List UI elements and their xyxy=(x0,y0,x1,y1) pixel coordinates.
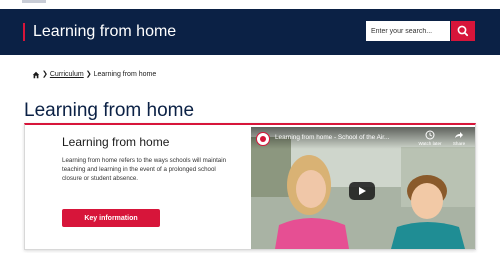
video-player[interactable]: Learning from home - School of the Air..… xyxy=(251,127,475,249)
card-content: Learning from home Learning from home re… xyxy=(25,125,249,250)
page-title: Learning from home xyxy=(24,100,195,121)
play-icon xyxy=(359,187,366,195)
play-button[interactable] xyxy=(349,182,375,200)
card-title: Learning from home xyxy=(62,135,170,149)
search-input[interactable] xyxy=(366,21,450,41)
breadcrumb-current: Learning from home xyxy=(93,71,157,78)
learning-card: Learning from home Learning from home re… xyxy=(24,123,476,250)
search-icon xyxy=(457,25,469,37)
watch-later-label: Watch later xyxy=(418,141,442,146)
home-icon[interactable] xyxy=(32,71,40,79)
channel-avatar[interactable] xyxy=(256,132,270,146)
breadcrumb-separator: ❯ xyxy=(42,71,48,78)
share-icon xyxy=(455,132,463,138)
breadcrumb-separator: ❯ xyxy=(85,71,92,78)
government-logo[interactable] xyxy=(22,0,46,3)
card-description: Learning from home refers to the ways sc… xyxy=(62,157,227,182)
watch-later-button[interactable]: Watch later xyxy=(418,130,442,150)
share-label: Share xyxy=(452,141,466,146)
share-button[interactable]: Share xyxy=(447,130,471,150)
search-button[interactable] xyxy=(451,21,475,41)
site-title[interactable]: Learning from home xyxy=(33,20,176,44)
breadcrumb: ❯ Curriculum ❯ Learning from home xyxy=(32,69,156,81)
header-accent-bar xyxy=(23,23,25,41)
site-header: Learning from home xyxy=(0,9,500,55)
key-information-button[interactable]: Key information xyxy=(62,209,160,227)
video-title[interactable]: Learning from home - School of the Air..… xyxy=(275,134,411,141)
clock-icon xyxy=(425,130,435,140)
breadcrumb-link-curriculum[interactable]: Curriculum xyxy=(50,69,84,81)
